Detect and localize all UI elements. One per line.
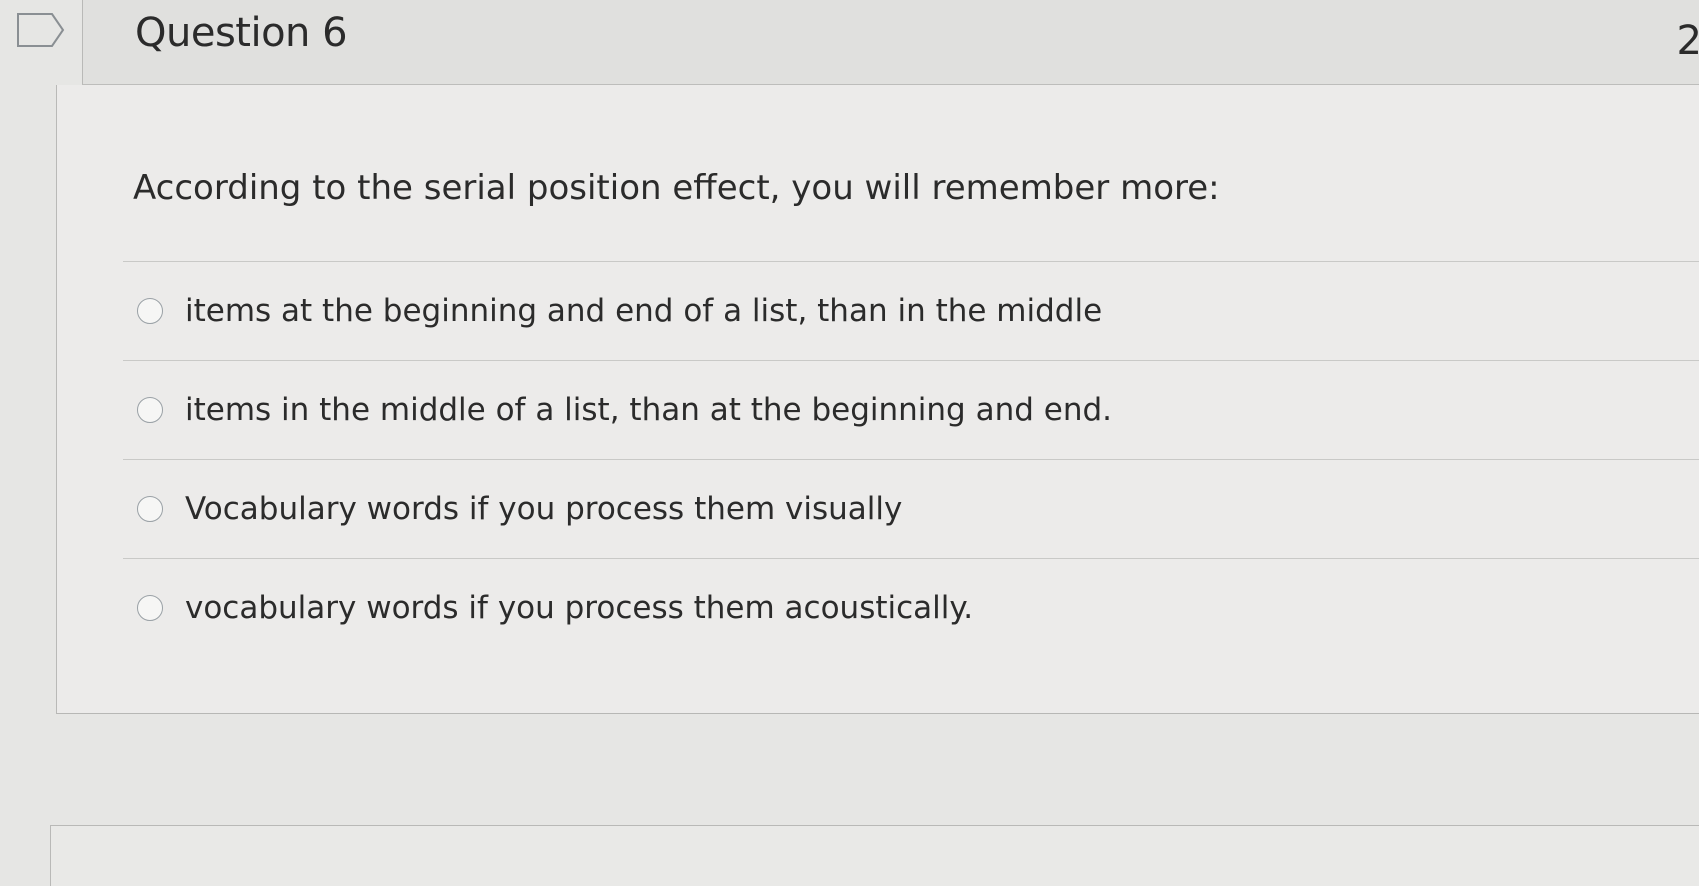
answer-option-1[interactable]: items at the beginning and end of a list… bbox=[123, 261, 1699, 360]
question-title: Question 6 bbox=[135, 10, 348, 56]
question-card: According to the serial position effect,… bbox=[56, 85, 1699, 714]
question-prompt: According to the serial position effect,… bbox=[133, 168, 1220, 208]
answer-label: items at the beginning and end of a list… bbox=[185, 293, 1103, 329]
answer-option-2[interactable]: items in the middle of a list, than at t… bbox=[123, 360, 1699, 459]
radio-button[interactable] bbox=[137, 298, 163, 324]
flag-icon bbox=[17, 13, 65, 47]
radio-button[interactable] bbox=[137, 496, 163, 522]
answer-option-3[interactable]: Vocabulary words if you process them vis… bbox=[123, 459, 1699, 558]
question-points: 2 bbox=[1676, 18, 1699, 64]
answer-label: items in the middle of a list, than at t… bbox=[185, 392, 1113, 428]
radio-button[interactable] bbox=[137, 595, 163, 621]
answer-label: vocabulary words if you process them aco… bbox=[185, 590, 974, 626]
flag-question-button[interactable] bbox=[16, 12, 66, 48]
next-question-card bbox=[50, 825, 1699, 886]
answer-list: items at the beginning and end of a list… bbox=[123, 261, 1699, 657]
answer-option-4[interactable]: vocabulary words if you process them aco… bbox=[123, 558, 1699, 657]
radio-button[interactable] bbox=[137, 397, 163, 423]
question-header: Question 6 2 bbox=[82, 0, 1699, 85]
answer-label: Vocabulary words if you process them vis… bbox=[185, 491, 903, 527]
